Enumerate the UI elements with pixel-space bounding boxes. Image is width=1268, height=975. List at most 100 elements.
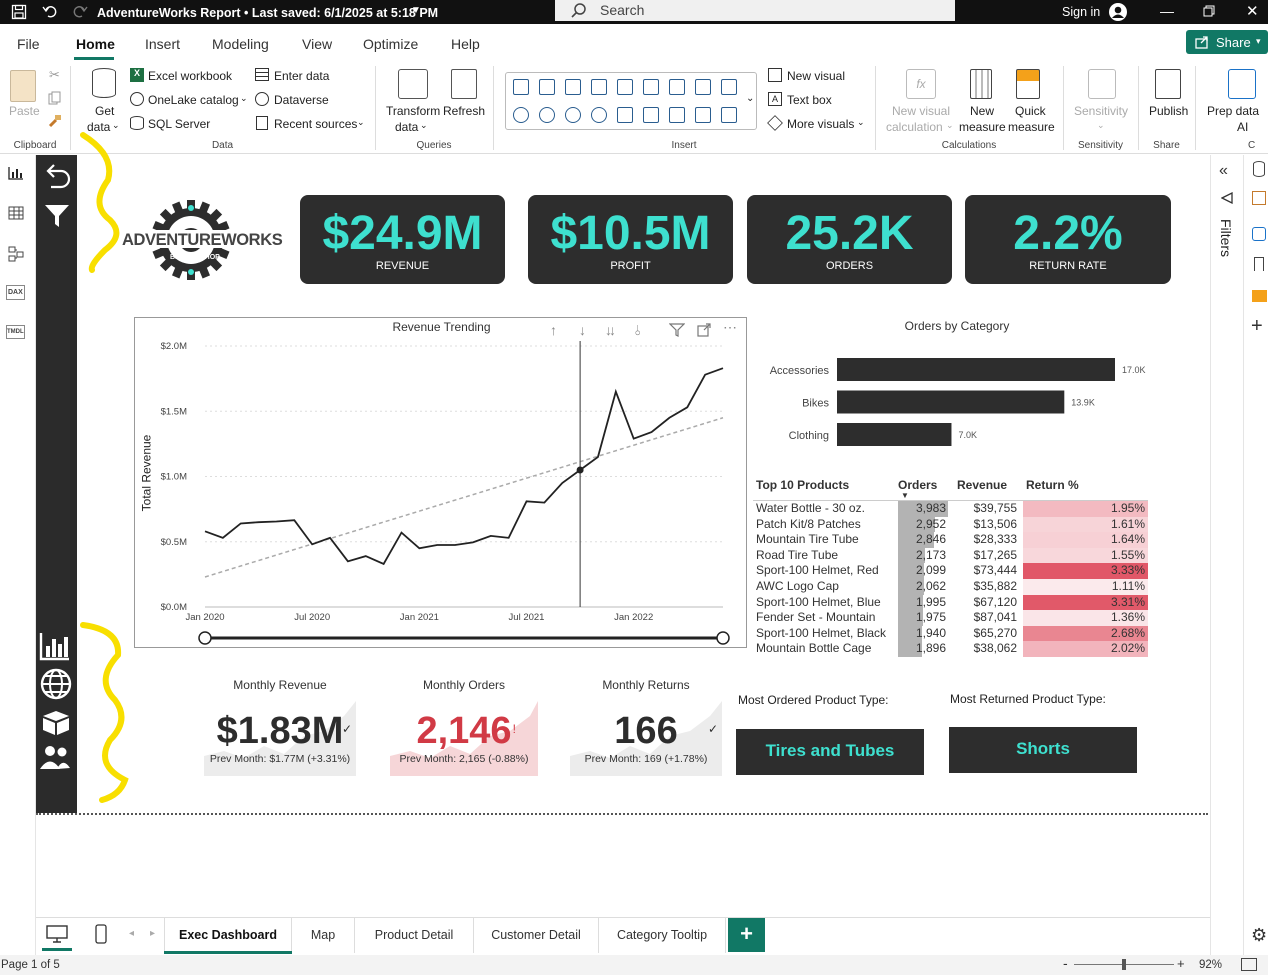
title-dropdown-icon[interactable]: ▼: [411, 5, 421, 16]
tmdl-view-icon[interactable]: TMDL: [6, 325, 25, 339]
visual-type-icon[interactable]: [513, 79, 529, 95]
globe-icon[interactable]: [40, 668, 72, 700]
visual-type-icon[interactable]: [669, 79, 685, 95]
prep-data-ai-icon[interactable]: [1228, 69, 1256, 99]
visual-type-icon[interactable]: [591, 79, 607, 95]
table-row[interactable]: Water Bottle - 30 oz. 3,983 $39,755 1.95%: [753, 501, 1148, 517]
monthly-card-monthly-revenue[interactable]: Monthly Revenue $1.83M ✓ Prev Month: $1.77M…: [204, 676, 356, 778]
text-box-button[interactable]: Text box: [787, 93, 832, 107]
sort-desc-icon[interactable]: ▼: [901, 491, 909, 500]
redo-icon[interactable]: [72, 3, 88, 19]
sensitivity-button[interactable]: Sensitivity: [1074, 104, 1128, 118]
sensitivity-dropdown-icon[interactable]: ⌄: [1097, 120, 1105, 131]
visual-type-icon[interactable]: [617, 107, 633, 123]
customers-icon[interactable]: [39, 744, 71, 770]
publish-icon[interactable]: [1155, 69, 1181, 99]
visual-type-icon[interactable]: [617, 79, 633, 95]
quick-measure-label-2[interactable]: measure: [1008, 120, 1055, 134]
sensitivity-icon[interactable]: [1088, 69, 1116, 99]
excel-workbook-button[interactable]: Excel workbook: [148, 69, 232, 83]
onelake-dropdown-icon[interactable]: ⌄: [240, 93, 248, 104]
col-header-orders[interactable]: Orders: [898, 478, 937, 492]
quick-measure-icon[interactable]: [1016, 69, 1040, 99]
paste-icon[interactable]: [10, 70, 36, 102]
restore-icon[interactable]: [1203, 5, 1215, 17]
category-bar[interactable]: [837, 390, 1065, 414]
undo-icon[interactable]: [42, 3, 58, 19]
category-bar[interactable]: [837, 358, 1115, 381]
refresh-icon[interactable]: [451, 69, 477, 99]
revenue-trending-visual[interactable]: Revenue Trending ↑ ↓ ↓↓ ⫰ ⋯ $0.0M $0.5M $1…: [134, 317, 747, 648]
report-view-icon[interactable]: [8, 166, 24, 180]
visual-calculation-icon[interactable]: fx: [906, 69, 936, 99]
new-measure-icon[interactable]: [970, 69, 992, 99]
table-row[interactable]: Mountain Tire Tube 2,846 $28,333 1.64%: [753, 532, 1148, 548]
zoom-slider-end-handle[interactable]: [716, 631, 730, 645]
format-painter-icon[interactable]: [48, 114, 62, 128]
table-view-icon[interactable]: [8, 206, 24, 220]
tab-category-tooltip[interactable]: Category Tooltip: [599, 918, 726, 953]
add-page-button[interactable]: +: [728, 918, 765, 952]
minimize-icon[interactable]: —: [1160, 3, 1174, 19]
top-products-table[interactable]: Top 10 Products Orders ▼ Revenue Return …: [753, 476, 1153, 662]
table-row[interactable]: Sport-100 Helmet, Blue 1,995 $67,120 3.31%: [753, 594, 1148, 611]
transform-dropdown-icon[interactable]: ⌄: [420, 120, 428, 131]
col-header-return[interactable]: Return %: [1026, 478, 1079, 492]
tab-product-detail[interactable]: Product Detail: [355, 918, 474, 953]
visual-type-icon[interactable]: [565, 107, 581, 123]
menu-help[interactable]: Help: [451, 36, 480, 52]
back-arrow-icon[interactable]: [41, 160, 71, 190]
orders-by-category-visual[interactable]: Orders by Category Accessories 17.0K Bikes…: [757, 317, 1157, 457]
quick-measure-label[interactable]: Quick: [1015, 104, 1046, 118]
settings-gear-icon[interactable]: ⚙: [1251, 925, 1267, 946]
visual-type-icon[interactable]: [643, 79, 659, 95]
table-row[interactable]: Sport-100 Helmet, Red 2,099 $73,444 3.33%: [753, 563, 1148, 579]
table-row[interactable]: Mountain Bottle Cage 1,896 $38,062 2.02%: [753, 641, 1148, 657]
recent-sources-button[interactable]: Recent sources: [274, 117, 357, 131]
collapse-pane-icon[interactable]: «: [1219, 162, 1228, 180]
new-measure-label[interactable]: New: [970, 104, 994, 118]
bookmarks-icon[interactable]: [1254, 257, 1264, 271]
visual-type-icon[interactable]: [513, 107, 529, 123]
kpi-card-orders[interactable]: 25.2K ORDERS: [747, 195, 952, 284]
selection-pane-icon[interactable]: [1252, 290, 1267, 302]
col-header-revenue[interactable]: Revenue: [957, 478, 1007, 492]
sign-in-link[interactable]: Sign in: [1062, 5, 1100, 19]
nvc-dropdown-icon[interactable]: ⌄: [946, 120, 954, 131]
most-returned-card[interactable]: Shorts: [949, 727, 1137, 773]
menu-insert[interactable]: Insert: [145, 36, 180, 52]
next-page-icon[interactable]: ▸: [150, 928, 155, 939]
table-row[interactable]: Sport-100 Helmet, Black 1,940 $65,270 2.68%: [753, 625, 1148, 642]
search-box[interactable]: Search: [555, 0, 955, 21]
desktop-layout-icon[interactable]: [46, 925, 68, 943]
visual-type-icon[interactable]: [695, 107, 711, 123]
refresh-button[interactable]: Refresh: [443, 104, 485, 118]
category-bar[interactable]: [837, 423, 952, 446]
transform-data-label[interactable]: Transform: [386, 104, 440, 118]
zoom-slider-start-handle[interactable]: [198, 631, 212, 645]
model-view-icon[interactable]: [8, 246, 24, 262]
menu-optimize[interactable]: Optimize: [363, 36, 418, 52]
data-pane-icon[interactable]: [1253, 161, 1265, 177]
kpi-card-profit[interactable]: $10.5M PROFIT: [528, 195, 733, 284]
monthly-card-monthly-orders[interactable]: Monthly Orders 2,146! Prev Month: 2,165 (-…: [390, 676, 538, 778]
visual-type-icon[interactable]: [565, 79, 581, 95]
table-row[interactable]: Road Tire Tube 2,173 $17,265 1.55%: [753, 547, 1148, 564]
menu-home[interactable]: Home: [76, 36, 115, 52]
dataverse-button[interactable]: Dataverse: [274, 93, 329, 107]
filters-pane-icon[interactable]: [1221, 192, 1233, 204]
fit-to-page-icon[interactable]: [1241, 958, 1257, 971]
new-visual-button[interactable]: New visual: [787, 69, 845, 83]
save-icon[interactable]: [11, 4, 27, 20]
visual-type-icon[interactable]: [721, 107, 737, 123]
zoom-in-icon[interactable]: +: [1177, 956, 1185, 971]
mobile-layout-icon[interactable]: [95, 924, 107, 944]
add-pane-icon[interactable]: +: [1251, 315, 1263, 338]
get-data-icon[interactable]: [92, 68, 116, 98]
cut-icon[interactable]: ✂: [49, 67, 60, 83]
copy-icon[interactable]: [48, 91, 62, 105]
zoom-slider-thumb[interactable]: [1122, 959, 1127, 970]
menu-view[interactable]: View: [302, 36, 332, 52]
sql-server-button[interactable]: SQL Server: [148, 117, 210, 131]
more-visuals-button[interactable]: More visuals: [787, 117, 854, 131]
